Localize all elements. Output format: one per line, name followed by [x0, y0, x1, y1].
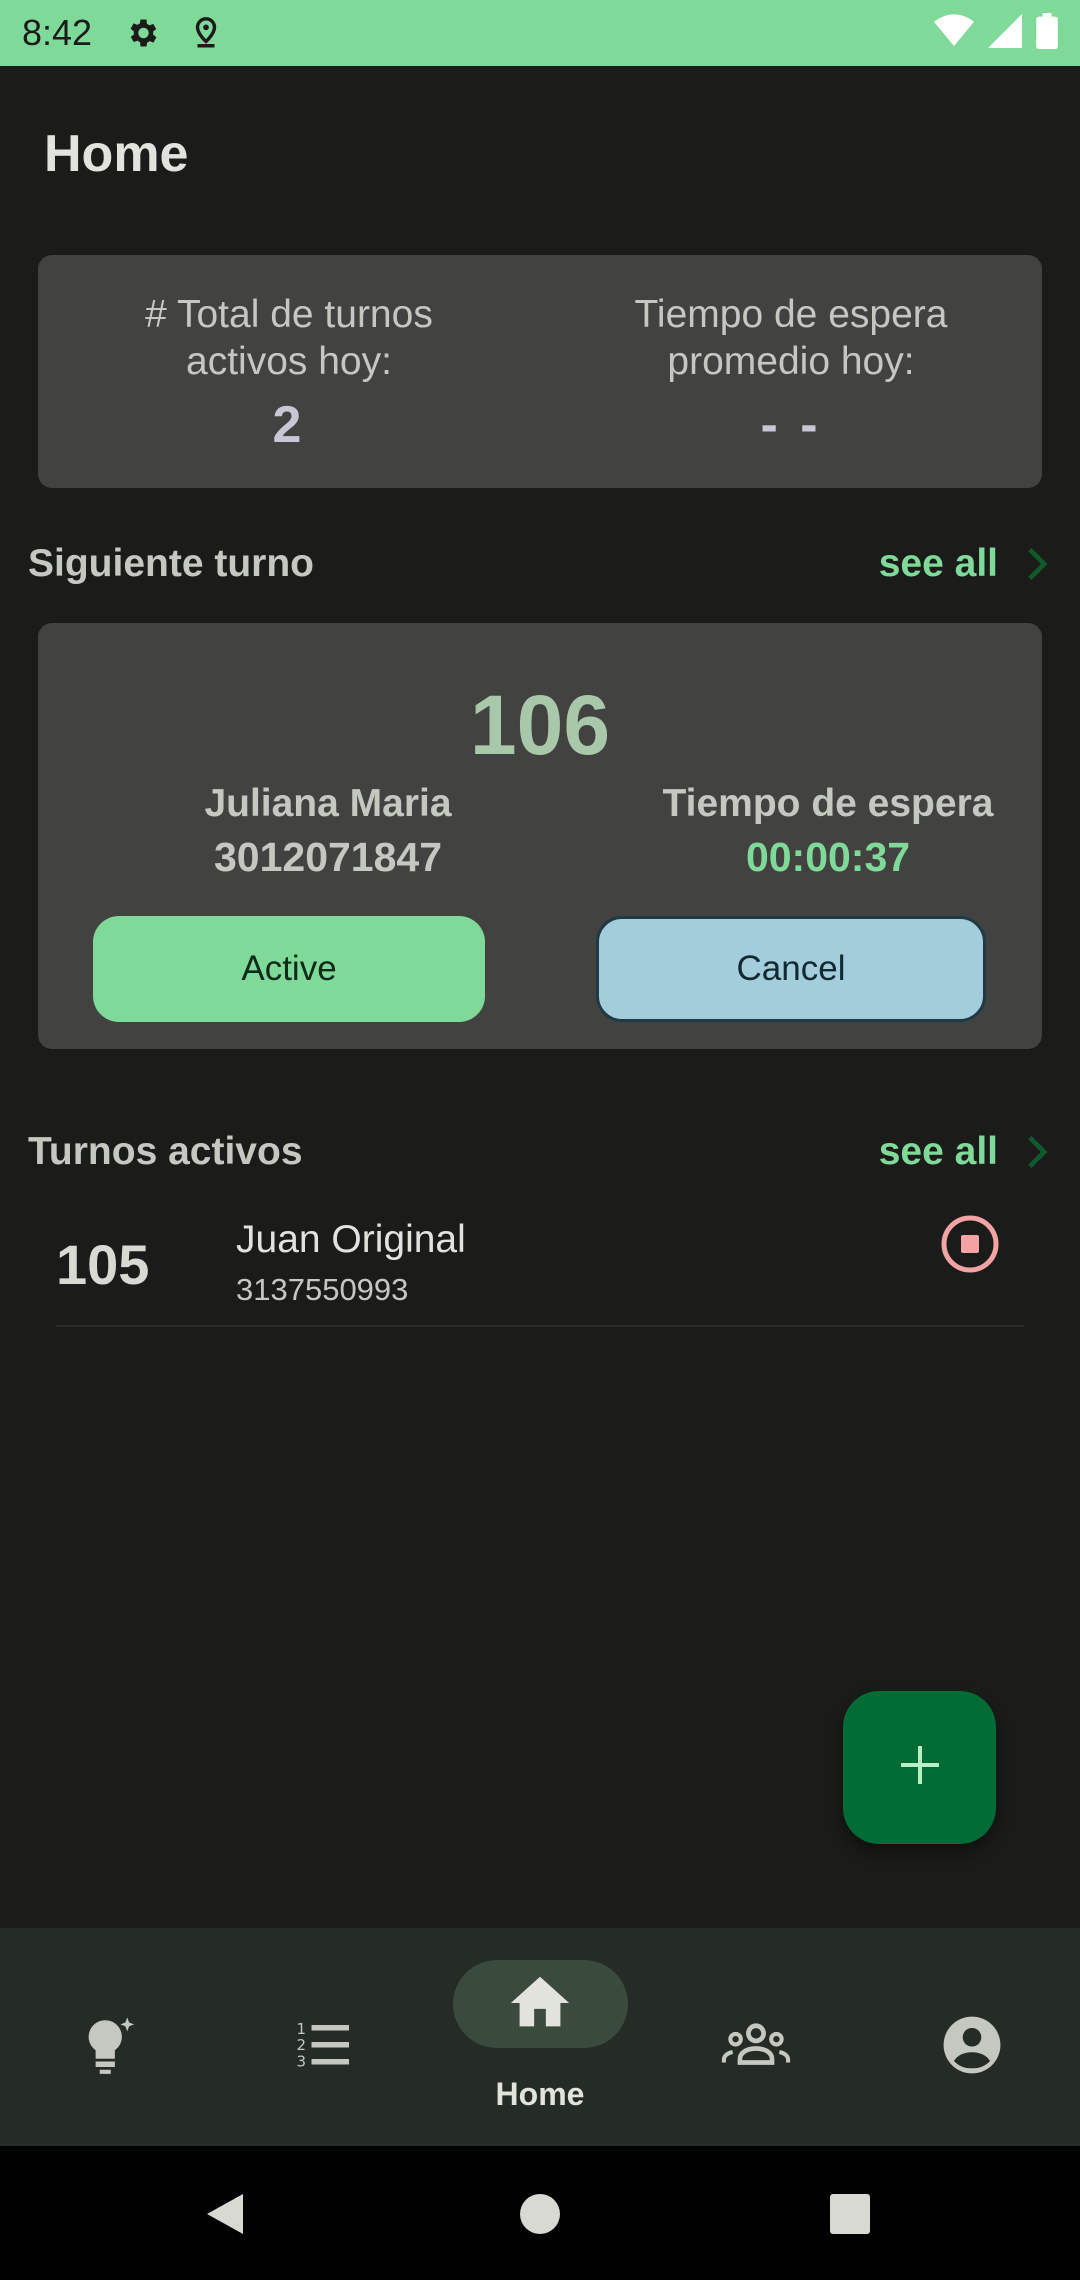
wait-label: Tiempo de espera	[662, 782, 994, 825]
signal-icon	[988, 13, 1022, 53]
recents-icon[interactable]	[828, 2192, 872, 2236]
plus-icon	[897, 1742, 943, 1793]
nav-item-tips[interactable]	[0, 1928, 216, 2146]
turn-number: 105	[56, 1233, 150, 1296]
next-turn-wait: Tiempo de espera 00:00:37	[598, 779, 1058, 885]
status-right	[934, 12, 1058, 54]
active-turns-title: Turnos activos	[28, 1130, 303, 1173]
client-phone: 3012071847	[213, 834, 443, 880]
stat-wait-value: - -	[760, 396, 822, 454]
wifi-icon	[934, 13, 974, 53]
see-all-label: see all	[878, 542, 998, 585]
list-item[interactable]: 105 Juan Original 3137550993	[56, 1202, 1024, 1327]
next-turn-client: Juliana Maria 3012071847	[98, 779, 558, 885]
nav-item-list[interactable]: 1 2 3	[216, 1928, 432, 2146]
status-time: 8:42	[22, 12, 93, 53]
screen: 8:42 Home # Total de turnos activos hoy:…	[0, 0, 1080, 2280]
stats-card: # Total de turnos activos hoy: 2 Tiempo …	[38, 255, 1042, 488]
next-turn-header: Siguiente turno see all	[28, 534, 1052, 594]
stop-circle-icon[interactable]	[940, 1214, 1000, 1274]
chevron-right-icon	[1022, 544, 1052, 584]
next-turn-card: 106 Juliana Maria 3012071847 Tiempo de e…	[38, 623, 1042, 1049]
groups-icon	[721, 2010, 791, 2080]
account-circle-icon	[937, 2010, 1007, 2080]
stat-total-value: 2	[272, 396, 306, 454]
system-nav-bar	[0, 2146, 1080, 2280]
add-turn-fab[interactable]	[843, 1691, 996, 1844]
client-phone: 3137550993	[236, 1272, 409, 1307]
client-name: Juan Original	[236, 1218, 466, 1261]
list-numbered-icon: 1 2 3	[289, 2010, 359, 2080]
next-turn-title: Siguiente turno	[28, 542, 314, 585]
client-name: Juliana Maria	[204, 782, 452, 825]
back-icon[interactable]	[203, 2192, 247, 2236]
nav-item-profile[interactable]	[864, 1928, 1080, 2146]
stat-average-wait: Tiempo de espera promedio hoy: - -	[540, 255, 1042, 488]
nav-home-label: Home	[495, 2076, 585, 2112]
next-turn-see-all[interactable]: see all	[879, 542, 1052, 586]
page-title: Home	[44, 125, 189, 183]
svg-text:3: 3	[297, 2052, 307, 2070]
active-turns-header: Turnos activos see all	[28, 1122, 1052, 1182]
status-bar: 8:42	[0, 0, 1080, 66]
chevron-right-icon	[1022, 1132, 1052, 1172]
next-turn-number: 106	[469, 678, 611, 772]
settings-icon	[122, 13, 162, 53]
location-icon	[186, 13, 226, 53]
home-circle-icon[interactable]	[518, 2192, 562, 2236]
stat-wait-label: Tiempo de espera promedio hoy:	[634, 293, 948, 383]
see-all-label: see all	[878, 1130, 998, 1173]
stat-total-turns: # Total de turnos activos hoy: 2	[38, 255, 540, 488]
bottom-nav: 1 2 3	[0, 1928, 1080, 2146]
cancel-button[interactable]: Cancel	[596, 916, 986, 1022]
nav-item-groups[interactable]	[648, 1928, 864, 2146]
wait-value: 00:00:37	[745, 834, 911, 880]
home-icon	[505, 1968, 575, 2038]
lightbulb-icon	[73, 2010, 143, 2080]
active-button[interactable]: Active	[93, 916, 485, 1022]
battery-icon	[1036, 12, 1058, 54]
stat-total-label: # Total de turnos activos hoy:	[145, 293, 433, 383]
active-turns-see-all[interactable]: see all	[879, 1130, 1052, 1174]
